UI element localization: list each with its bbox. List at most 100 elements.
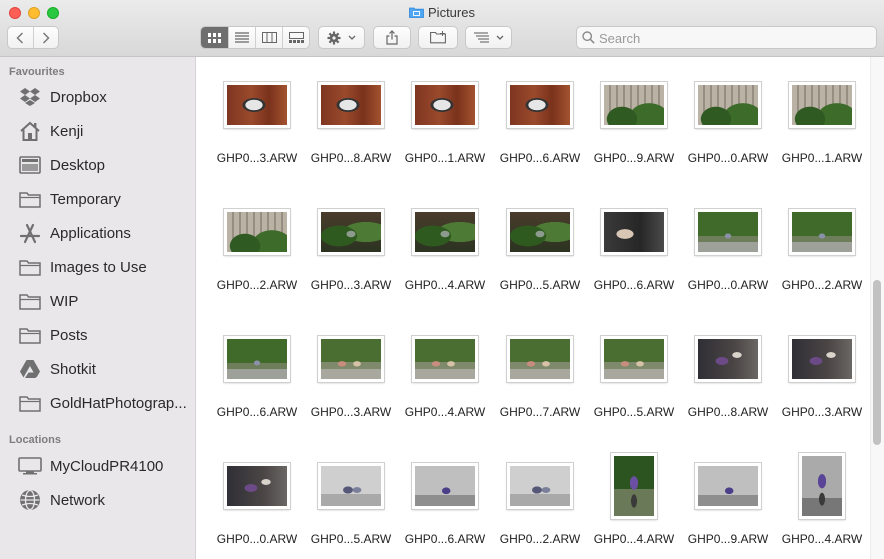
navigation-buttons	[7, 26, 59, 49]
sidebar-item-dropbox[interactable]: Dropbox	[0, 82, 196, 112]
image-thumbnail	[611, 453, 657, 519]
sidebar-item-goldhatphotography[interactable]: GoldHatPhotograp...	[0, 388, 196, 418]
thumbnail-frame	[398, 450, 492, 522]
chevron-left-icon	[16, 31, 24, 44]
photo-preview	[698, 339, 758, 379]
image-thumbnail	[789, 336, 855, 382]
file-name-label: GHP0...2.ARW	[781, 278, 863, 292]
sidebar-item-applications[interactable]: Applications	[0, 218, 196, 248]
image-thumbnail	[601, 209, 667, 255]
photo-preview	[698, 466, 758, 506]
image-thumbnail	[318, 209, 384, 255]
photo-preview	[321, 466, 381, 506]
share-icon	[386, 30, 398, 45]
photo-preview	[227, 212, 287, 252]
photo-preview	[227, 85, 287, 125]
sidebar-item-temporary[interactable]: Temporary	[0, 184, 196, 214]
sidebar: Favourites Dropbox Kenji Desktop Tempora…	[0, 57, 196, 559]
desktop-icon	[18, 154, 42, 176]
image-thumbnail	[601, 82, 667, 128]
image-thumbnail	[507, 463, 573, 509]
column-view-button[interactable]	[255, 27, 282, 48]
sidebar-item-label: Network	[50, 491, 106, 509]
action-menu-button[interactable]	[318, 26, 365, 49]
list-view-icon	[235, 32, 249, 43]
share-button[interactable]	[373, 26, 411, 49]
photo-preview	[604, 85, 664, 125]
image-thumbnail	[601, 336, 667, 382]
image-thumbnail	[224, 336, 290, 382]
globe-icon	[18, 489, 42, 511]
sidebar-item-images-to-use[interactable]: Images to Use	[0, 252, 196, 282]
photo-preview	[415, 339, 475, 379]
thumbnail-frame	[587, 69, 681, 141]
sidebar-item-wip[interactable]: WIP	[0, 286, 196, 316]
thumbnail-frame	[681, 323, 775, 395]
photo-preview	[510, 339, 570, 379]
thumbnail-frame	[587, 323, 681, 395]
view-mode-control	[200, 26, 310, 49]
column-view-icon	[261, 32, 277, 43]
pictures-folder-icon	[409, 7, 424, 18]
search-input[interactable]	[599, 30, 869, 46]
icon-view-icon	[207, 32, 221, 43]
forward-button[interactable]	[34, 27, 59, 48]
arrange-menu-button[interactable]	[465, 26, 512, 49]
locations-header: Locations	[9, 434, 61, 446]
photo-preview	[698, 212, 758, 252]
gallery-view-icon	[288, 32, 304, 43]
photo-preview	[604, 339, 664, 379]
thumbnail-frame	[304, 323, 398, 395]
new-folder-button[interactable]	[418, 26, 458, 49]
gear-icon	[327, 31, 341, 44]
image-thumbnail	[695, 463, 761, 509]
image-thumbnail	[799, 453, 845, 519]
image-thumbnail	[318, 463, 384, 509]
sidebar-item-desktop[interactable]: Desktop	[0, 150, 196, 180]
list-view-button[interactable]	[228, 27, 255, 48]
sidebar-item-label: Images to Use	[50, 258, 147, 276]
sidebar-item-shotkit[interactable]: Shotkit	[0, 354, 196, 384]
image-thumbnail	[412, 463, 478, 509]
chevron-down-icon	[348, 35, 356, 40]
search-field[interactable]	[576, 26, 877, 49]
chevron-down-icon	[496, 35, 503, 40]
photo-preview	[604, 212, 664, 252]
file-name-label: GHP0...1.ARW	[404, 151, 486, 165]
search-icon	[582, 31, 595, 44]
sidebar-item-label: Applications	[50, 224, 131, 242]
sidebar-item-posts[interactable]: Posts	[0, 320, 196, 350]
photo-preview	[614, 456, 654, 516]
thumbnail-frame	[493, 196, 587, 268]
image-thumbnail	[412, 82, 478, 128]
sidebar-item-kenji[interactable]: Kenji	[0, 116, 196, 146]
applications-icon	[18, 222, 42, 244]
photo-preview	[321, 85, 381, 125]
thumbnail-frame	[493, 450, 587, 522]
thumbnail-frame	[210, 196, 304, 268]
thumbnail-frame	[493, 69, 587, 141]
dropbox-icon	[18, 86, 42, 108]
window-title-label: Pictures	[428, 5, 475, 20]
file-name-label: GHP0...4.ARW	[781, 532, 863, 546]
sidebar-item-network[interactable]: Network	[0, 485, 196, 515]
back-button[interactable]	[8, 27, 34, 48]
image-thumbnail	[318, 82, 384, 128]
folder-icon	[18, 324, 42, 346]
thumbnail-frame	[775, 323, 869, 395]
image-thumbnail	[224, 209, 290, 255]
scrollbar-thumb[interactable]	[873, 280, 881, 445]
thumbnail-frame	[304, 196, 398, 268]
file-name-label: GHP0...6.ARW	[404, 532, 486, 546]
sidebar-item-mycloudpr4100[interactable]: MyCloudPR4100	[0, 451, 196, 481]
thumbnail-frame	[304, 450, 398, 522]
photo-preview	[227, 339, 287, 379]
gallery-view-button[interactable]	[282, 27, 309, 48]
icon-view-button[interactable]	[201, 27, 228, 48]
thumbnail-frame	[775, 196, 869, 268]
sidebar-item-label: GoldHatPhotograp...	[50, 394, 187, 412]
thumbnail-frame	[210, 450, 304, 522]
sidebar-item-label: Kenji	[50, 122, 84, 140]
image-thumbnail	[507, 336, 573, 382]
chevron-right-icon	[42, 31, 50, 44]
